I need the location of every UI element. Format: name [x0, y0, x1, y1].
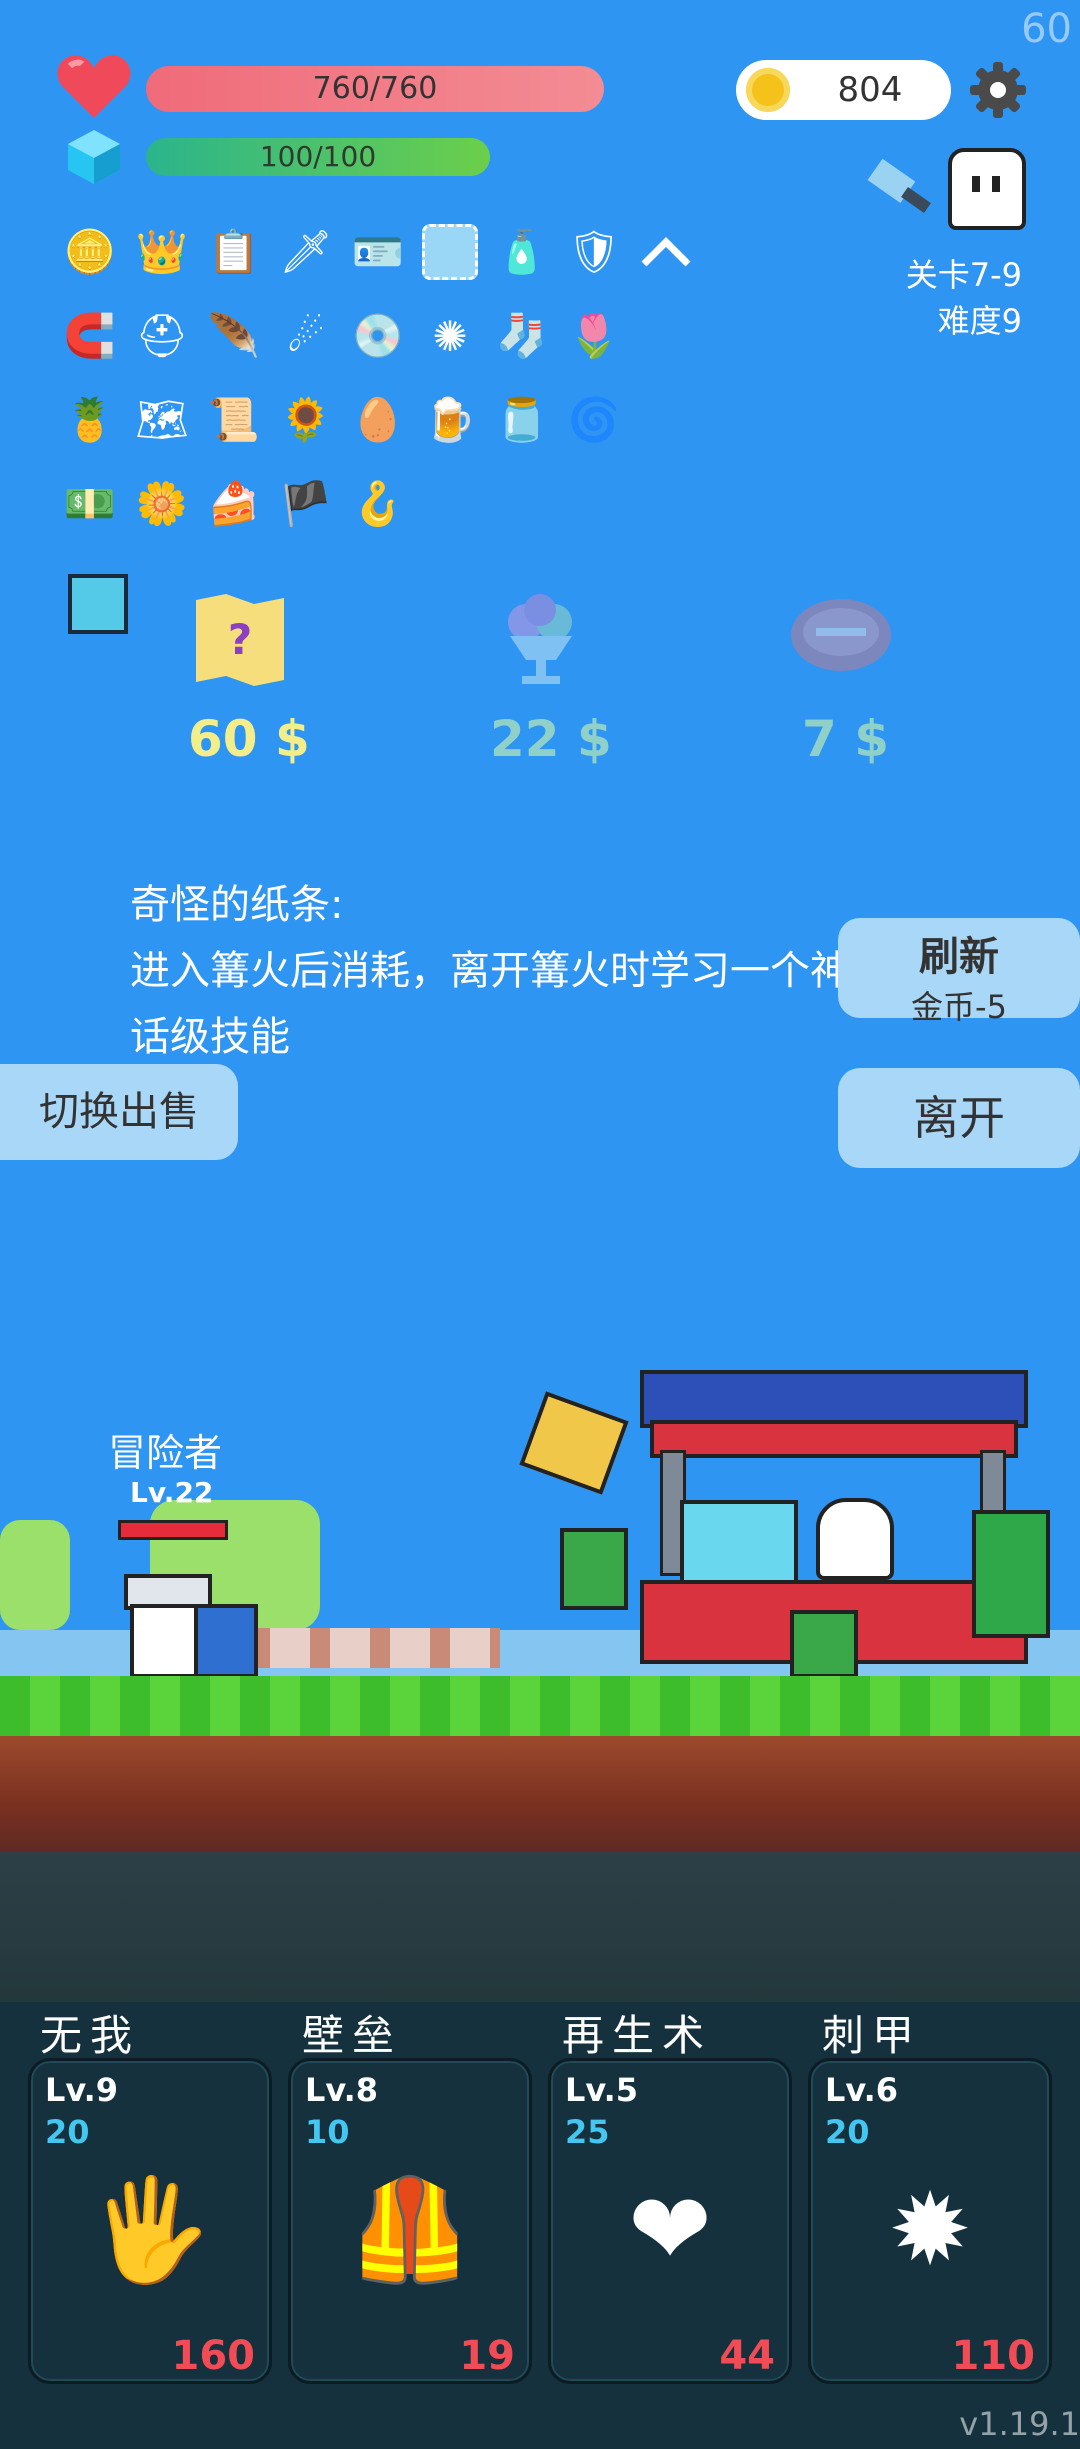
hp-bar: 760/760: [146, 66, 604, 112]
winged-heart-icon: ❤: [628, 2171, 712, 2288]
skill-card-4[interactable]: Lv.6 20 ✹ 110: [808, 2058, 1052, 2384]
green-robot-sprite[interactable]: [972, 1510, 1050, 1638]
skill-name-3: 再生术: [562, 2011, 713, 2060]
shop-price-3: 7 $: [802, 710, 889, 768]
inventory-grid: 🪙 👑 📋 🗡 🪪 🧴 🛡 🧲 ⛑ 🪶 ☄ 💿 ✺ 🧦 🌷 🍍 🗺 📜 🌻 🥚 …: [60, 222, 720, 558]
merchant-ghost-sprite[interactable]: [816, 1498, 894, 1580]
spiral-portal-icon[interactable]: 🌀: [564, 390, 624, 450]
skills-panel: 无我 壁垒 再生术 刺甲 Lv.9 20 🖐 160 Lv.8 10 🦺 19 …: [0, 2002, 1080, 2449]
skill-name-2: 壁垒: [302, 2011, 403, 2060]
skill-cost: 25: [565, 2113, 610, 2151]
player-level: Lv.22: [130, 1476, 214, 1509]
meteor-icon[interactable]: ☄: [276, 306, 336, 366]
pineapple-icon[interactable]: 🍍: [60, 390, 120, 450]
jam-jar-icon[interactable]: 🫙: [492, 390, 552, 450]
coin-value: 804: [837, 70, 903, 110]
shop-price-1: 60 $: [188, 710, 310, 768]
skill-value: 110: [951, 2333, 1036, 2379]
skill-level: Lv.9: [45, 2071, 119, 2109]
skill-level: Lv.6: [825, 2071, 899, 2109]
skill-name-1: 无我: [40, 2011, 141, 2060]
skill-level: Lv.5: [565, 2071, 639, 2109]
description-title: 奇怪的纸条:: [130, 882, 344, 928]
list-icon[interactable]: 📋: [204, 222, 264, 282]
skill-cost: 20: [45, 2113, 90, 2151]
dirt-ground: [0, 1736, 1080, 1852]
money-heart-icon[interactable]: 💵: [60, 474, 120, 534]
map-x-icon[interactable]: 📜: [204, 390, 264, 450]
shop-price-2: 22 $: [490, 710, 612, 768]
refresh-button[interactable]: 刷新 金币-5: [838, 918, 1080, 1026]
player-health-bar: [118, 1520, 228, 1540]
golden-egg-icon[interactable]: 🥚: [348, 390, 408, 450]
skill-name-4: 刺甲: [822, 2011, 923, 2060]
leave-button[interactable]: 离开: [838, 1068, 1080, 1168]
treasure-map-icon[interactable]: 🗺: [132, 390, 192, 450]
chevron-up-icon[interactable]: [636, 222, 696, 282]
signboard-sprite: [560, 1528, 628, 1610]
flag-sprite: [519, 1391, 629, 1495]
item-description: 奇怪的纸条: 进入篝火后消耗，离开篝火时学习一个神话级技能: [130, 872, 850, 1070]
sock-icon[interactable]: 🧦: [492, 306, 552, 366]
water-layer: [0, 1852, 1080, 2002]
beer-mug-icon[interactable]: 🍺: [420, 390, 480, 450]
settings-gear-icon[interactable]: [968, 60, 1028, 120]
spray-bottle-icon[interactable]: 🧴: [492, 222, 552, 282]
spiked-mace-icon: ✹: [888, 2171, 972, 2288]
cake-flag-icon[interactable]: 🍰: [204, 474, 264, 534]
skill-value: 19: [459, 2333, 515, 2379]
grass-ground: [0, 1676, 1080, 1736]
crown-icon[interactable]: 👑: [132, 222, 192, 282]
ghost-pet-icon[interactable]: [948, 148, 1026, 230]
hook-icon[interactable]: 🪝: [348, 474, 408, 534]
mp-bar: 100/100: [146, 138, 490, 176]
coin-stack-icon[interactable]: 🪙: [60, 222, 120, 282]
lightbulb-card-icon[interactable]: [68, 574, 128, 634]
description-body: 进入篝火后消耗，离开篝火时学习一个神话级技能: [130, 948, 850, 1060]
daisy-icon[interactable]: 🌼: [132, 474, 192, 534]
fps-counter: 60: [1021, 6, 1072, 52]
refresh-label: 刷新: [919, 934, 999, 980]
sunflower-icon[interactable]: 🌻: [276, 390, 336, 450]
skill-level: Lv.8: [305, 2071, 379, 2109]
mana-crystal-icon: [66, 128, 122, 186]
skill-value: 160: [171, 2333, 256, 2379]
pirate-ship-icon[interactable]: 🏴: [276, 474, 336, 534]
stage-info: 关卡7-9 难度9: [906, 252, 1022, 344]
gem-cluster-icon[interactable]: ✺: [420, 306, 480, 366]
coin-icon: [746, 68, 790, 112]
blade-icon[interactable]: [862, 150, 942, 230]
shield-icon[interactable]: 🛡: [564, 222, 624, 282]
blank-card-icon[interactable]: [420, 222, 480, 282]
switch-sell-button[interactable]: 切换出售: [0, 1064, 238, 1160]
player-knight-sprite[interactable]: [124, 1574, 258, 1678]
stage-label: 关卡7-9: [905, 256, 1022, 294]
helmet-icon[interactable]: ⛑: [132, 306, 192, 366]
shop-item-ice-cream[interactable]: [496, 590, 586, 690]
heart-icon: [56, 52, 132, 122]
refresh-cost: 金币-5: [911, 988, 1007, 1026]
skill-cost: 10: [305, 2113, 350, 2151]
merchant-cart[interactable]: [519, 1310, 1080, 1680]
feather-quill-icon[interactable]: 🪶: [204, 306, 264, 366]
eye-hand-icon: 🖐: [87, 2171, 213, 2288]
armor-icon: 🦺: [347, 2171, 473, 2288]
difficulty-label: 难度9: [937, 302, 1022, 340]
player-name: 冒险者: [108, 1431, 223, 1475]
skill-card-1[interactable]: Lv.9 20 🖐 160: [28, 2058, 272, 2384]
ring-disc-icon[interactable]: 💿: [348, 306, 408, 366]
sword-icon[interactable]: 🗡: [276, 222, 336, 282]
star-card-icon[interactable]: 🪪: [348, 222, 408, 282]
version-label: v1.19.1: [959, 2405, 1080, 2443]
magnet-icon[interactable]: 🧲: [60, 306, 120, 366]
skill-card-3[interactable]: Lv.5 25 ❤ 44: [548, 2058, 792, 2384]
skill-value: 44: [719, 2333, 775, 2379]
svg-text:?: ?: [228, 615, 252, 664]
shop-item-steak[interactable]: [786, 590, 896, 680]
shop-item-map[interactable]: ?: [190, 590, 290, 690]
skill-card-2[interactable]: Lv.8 10 🦺 19: [288, 2058, 532, 2384]
flower-pot-icon[interactable]: 🌷: [564, 306, 624, 366]
skill-cost: 20: [825, 2113, 870, 2151]
